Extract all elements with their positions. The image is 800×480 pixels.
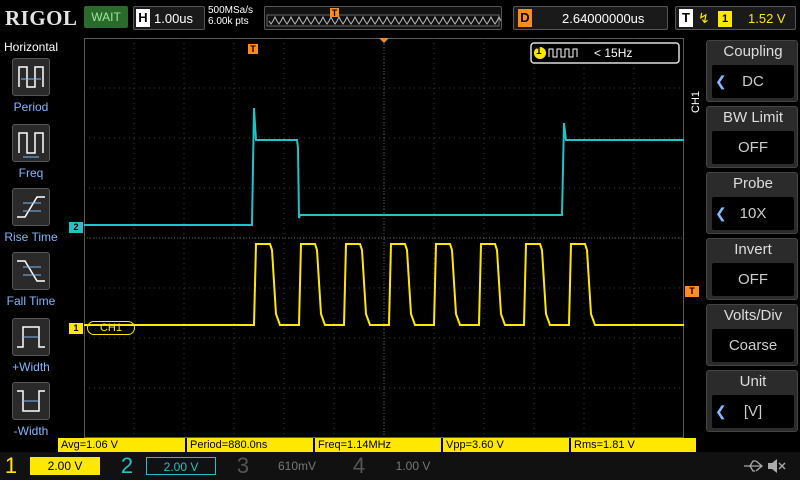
probe-title: Probe [732,175,774,192]
memory-overview: T [264,6,502,30]
channel-2-scale: 2.00 V [146,457,216,475]
svg-text:T: T [250,44,256,54]
trigger-label: T [679,9,693,27]
channel-3-scale: 610mV [277,459,317,473]
rigol-logo: RIGOL [5,6,78,30]
invert-softkey[interactable]: Invert OFF [706,238,798,300]
channel-status-bar: 1 2.00 V 2 2.00 V 3 610mV 4 1.00 V [0,452,800,480]
ch2-offset-marker[interactable]: 2 [69,222,83,233]
negative-width-label: -Width [13,424,49,438]
fall-time-icon [12,252,50,290]
selector-arrow-icon: ❮ [715,403,727,419]
period-icon [12,58,50,96]
channel-3-status[interactable]: 3 610mV [232,452,344,480]
top-status-bar: RIGOL WAIT H 1.00us 500MSa/s 6.00k pts T… [0,0,800,38]
measure-negative-width-button[interactable]: -Width [0,382,62,444]
speaker-muted-icon[interactable] [766,457,786,475]
measurement-avg[interactable]: Avg=1.06 V [58,438,187,452]
unit-title: Unit [739,373,767,390]
channel-1-status[interactable]: 1 2.00 V [0,452,112,480]
memory-trigger-icon: T [330,8,339,18]
volts-div-softkey[interactable]: Volts/Div Coarse [706,304,798,366]
channel-4-number: 4 [352,453,366,478]
measure-fall-time-button[interactable]: Fall Time [0,252,62,314]
channel-3-number: 3 [236,453,250,478]
ch1-label-box[interactable]: CH1 [87,321,135,335]
freq-label: Freq [18,166,44,180]
counter-value: < 15Hz [594,46,633,60]
trigger-source-channel: 1 [718,11,732,27]
coupling-title: Coupling [723,43,783,60]
invert-value: OFF [712,263,794,296]
channel-tab: CH1 [690,91,702,114]
channel-1-scale: 2.00 V [30,457,100,475]
counter-channel: 1 [536,46,542,57]
selector-arrow-icon: ❮ [715,205,727,221]
channel-2-status[interactable]: 2 2.00 V [116,452,228,480]
freq-icon [12,124,50,162]
memory-depth: 6.00k pts [208,16,249,27]
graticule: T [84,38,684,438]
delay-display[interactable]: D 2.64000000us [513,6,668,30]
horizontal-measure-menu: Horizontal Period Freq Rise Time Fall Ti… [0,38,62,438]
volts-div-title: Volts/Div [723,307,783,324]
trigger-position-icon: T [248,44,258,54]
bw-limit-title: BW Limit [723,109,783,126]
volts-div-value: Coarse [712,329,794,362]
channel-4-scale: 1.00 V [395,459,431,473]
measure-positive-width-button[interactable]: +Width [0,318,62,380]
negative-width-icon [12,382,50,420]
invert-title: Invert [734,241,772,258]
selector-arrow-icon: ❮ [715,73,727,89]
measurement-period[interactable]: Period=880.0ns [187,438,315,452]
sample-rate: 500MSa/s [208,5,254,16]
fall-time-label: Fall Time [6,294,56,308]
horizontal-timebase[interactable]: H 1.00us [133,6,205,30]
period-label: Period [13,100,49,114]
usb-icon [744,460,764,472]
channel-1-number: 1 [4,453,18,478]
ch1-offset-marker[interactable]: 1 [69,323,83,334]
channel-4-status[interactable]: 4 1.00 V [348,452,460,480]
measurement-bar: Avg=1.06 V Period=880.0ns Freq=1.14MHz V… [58,438,698,452]
measure-period-button[interactable]: Period [0,58,62,120]
delay-label: D [518,9,532,27]
channel-2-number: 2 [120,453,134,478]
trigger-display[interactable]: T ↯ 1 1.52 V [675,6,796,30]
rising-edge-icon: ↯ [698,10,710,26]
measurement-vpp[interactable]: Vpp=3.60 V [443,438,571,452]
menu-title: Horizontal [3,40,59,54]
coupling-softkey[interactable]: Coupling DC ❮ [706,40,798,102]
measurement-rms[interactable]: Rms=1.81 V [571,438,698,452]
delay-value: 2.64000000us [562,11,645,26]
bw-limit-value: OFF [712,131,794,164]
timebase-value: 1.00us [154,11,194,26]
trigger-level: 1.52 V [748,11,786,26]
horizontal-label: H [136,9,150,27]
rise-time-icon [12,188,50,226]
acquisition-status: WAIT [84,6,128,28]
channel-menu: CH1 Coupling DC ❮ BW Limit OFF Probe 10X… [690,38,800,438]
unit-softkey[interactable]: Unit [V] ❮ [706,370,798,432]
memory-overview-waveform: T [266,8,502,27]
waveform-display[interactable]: T 1 < 15Hz CH1 [84,38,684,438]
positive-width-label: +Width [12,360,50,374]
sample-info: 500MSa/s 6.00k pts [208,5,253,27]
bw-limit-softkey[interactable]: BW Limit OFF [706,106,798,168]
measure-freq-button[interactable]: Freq [0,124,62,186]
probe-softkey[interactable]: Probe 10X ❮ [706,172,798,234]
svg-text:T: T [332,8,338,18]
measurement-freq[interactable]: Freq=1.14MHz [315,438,443,452]
positive-width-icon [12,318,50,356]
rise-time-label: Rise Time [4,230,58,244]
measure-rise-time-button[interactable]: Rise Time [0,188,62,250]
